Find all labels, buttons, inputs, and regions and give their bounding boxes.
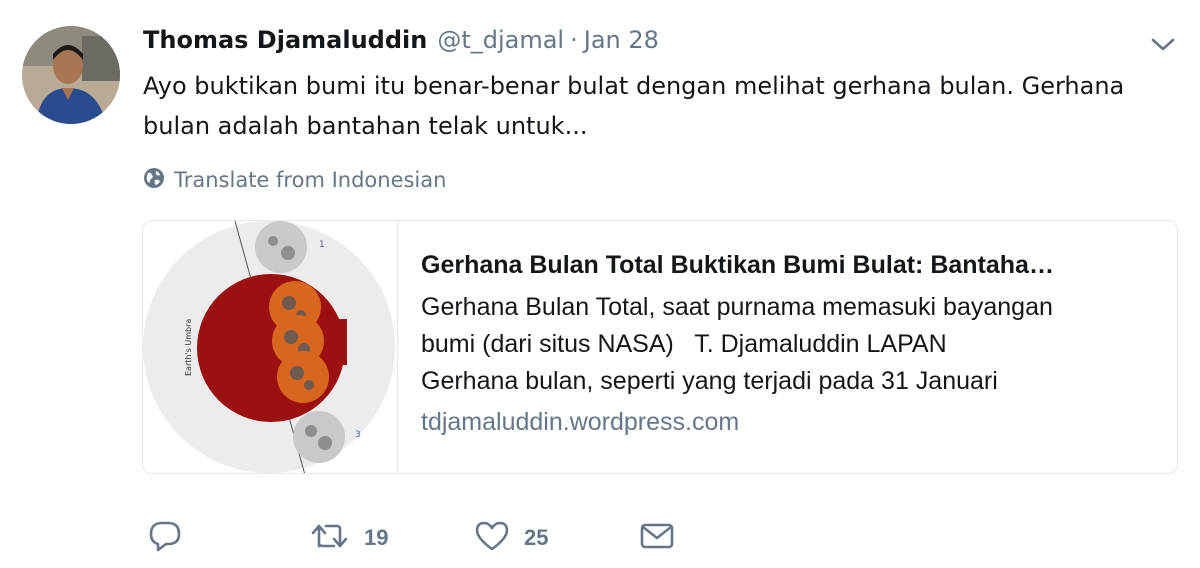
card-body: Gerhana Bulan Total Buktikan Bumi Bulat:… <box>421 249 1161 438</box>
tweet-header: Thomas Djamaluddin @t_djamal · Jan 28 <box>143 26 659 58</box>
link-card[interactable]: 1 3 Earth's Umbra Gerhana Bulan Total Bu… <box>142 220 1178 474</box>
tweet-date[interactable]: Jan 28 <box>584 26 659 54</box>
retweet-count: 19 <box>364 525 389 550</box>
like-count: 25 <box>524 525 549 550</box>
card-image-label: Earth's Umbra <box>184 319 193 376</box>
tweet-actions: 19 25 <box>148 518 748 558</box>
retweet-button[interactable]: 19 <box>310 518 388 558</box>
globe-icon <box>143 167 174 194</box>
chevron-down-icon[interactable] <box>1150 34 1176 54</box>
direct-message-button[interactable] <box>640 518 674 558</box>
reply-icon <box>148 520 182 556</box>
author-name[interactable]: Thomas Djamaluddin <box>143 26 427 54</box>
header-separator: · <box>570 26 578 54</box>
translate-link[interactable]: Translate from Indonesian <box>143 166 446 194</box>
card-image: 1 3 Earth's Umbra <box>143 221 398 473</box>
author-handle[interactable]: @t_djamal <box>437 26 564 54</box>
reply-button[interactable] <box>148 518 196 558</box>
card-description: Gerhana Bulan Total, saat purnama memasu… <box>421 293 1053 395</box>
svg-text:1: 1 <box>319 240 325 250</box>
card-domain[interactable]: tdjamaluddin.wordpress.com <box>421 406 1161 438</box>
translate-label: Translate from Indonesian <box>174 168 447 192</box>
like-icon <box>474 520 510 556</box>
like-button[interactable]: 25 <box>474 518 548 558</box>
tweet-text: Ayo buktikan bumi itu benar-benar bulat … <box>143 72 1125 140</box>
svg-text:3: 3 <box>355 430 361 440</box>
message-icon <box>640 521 674 555</box>
retweet-icon <box>310 520 350 556</box>
card-title[interactable]: Gerhana Bulan Total Buktikan Bumi Bulat:… <box>421 249 1151 281</box>
author-avatar[interactable] <box>22 26 120 124</box>
